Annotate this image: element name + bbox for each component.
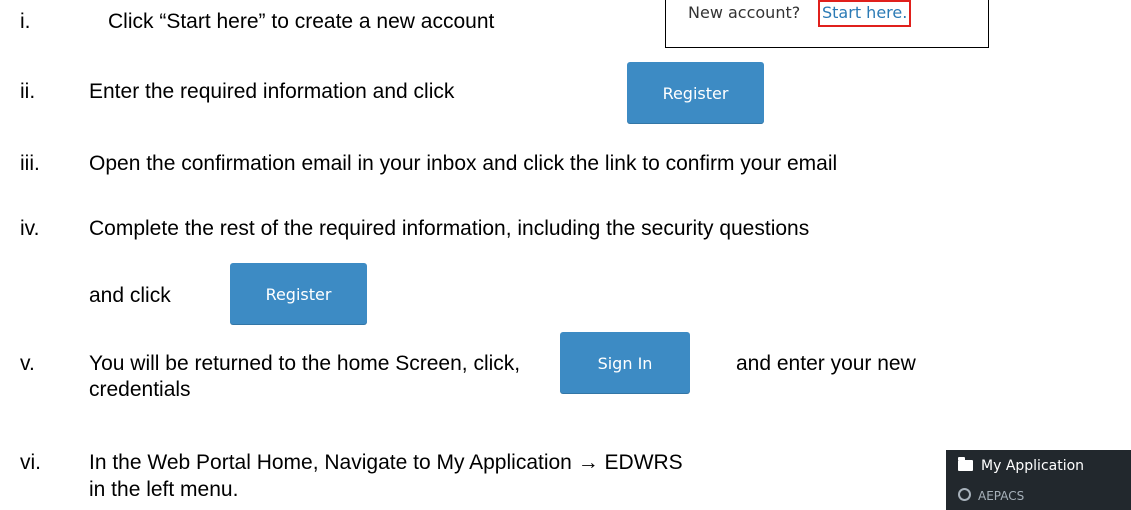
step-text-4: Complete the rest of the required inform… bbox=[89, 217, 810, 240]
step-text-5: You will be returned to the home Screen,… bbox=[89, 352, 521, 375]
step-number-6: vi. bbox=[20, 451, 41, 474]
circle-icon bbox=[958, 488, 971, 501]
step-text-4-cont: and click bbox=[89, 284, 171, 307]
register-button[interactable]: Register bbox=[627, 62, 764, 124]
step-text-2: Enter the required information and click bbox=[89, 80, 455, 103]
step-number-5: v. bbox=[20, 352, 35, 375]
step-text-1: Click “Start here” to create a new accou… bbox=[108, 10, 495, 33]
step-number-3: iii. bbox=[20, 152, 40, 175]
register-button-2[interactable]: Register bbox=[230, 263, 367, 325]
step-text-3: Open the confirmation email in your inbo… bbox=[89, 152, 838, 175]
left-menu-snippet: My Application AEPACS bbox=[946, 450, 1131, 510]
start-here-link[interactable]: Start here. bbox=[818, 0, 912, 27]
folder-icon bbox=[958, 457, 973, 471]
menu-item-aepacs[interactable]: AEPACS bbox=[958, 488, 1024, 503]
step-text-5-cont: credentials bbox=[89, 378, 191, 401]
step-text-5-after: and enter your new bbox=[736, 352, 916, 375]
step-number-4: iv. bbox=[20, 217, 40, 240]
step-number-1: i. bbox=[20, 10, 31, 33]
sign-in-button[interactable]: Sign In bbox=[560, 332, 690, 394]
step-number-2: ii. bbox=[20, 80, 36, 103]
step-text-6-cont: in the left menu. bbox=[89, 478, 239, 501]
step-text-6: In the Web Portal Home, Navigate to My A… bbox=[89, 451, 683, 474]
menu-item-my-application[interactable]: My Application bbox=[958, 457, 1085, 474]
new-account-question: New account? bbox=[688, 3, 801, 22]
menu-item-label: My Application bbox=[981, 458, 1085, 474]
new-account-prompt: New account? Start here. bbox=[665, 0, 989, 48]
menu-subitem-label: AEPACS bbox=[978, 489, 1025, 503]
